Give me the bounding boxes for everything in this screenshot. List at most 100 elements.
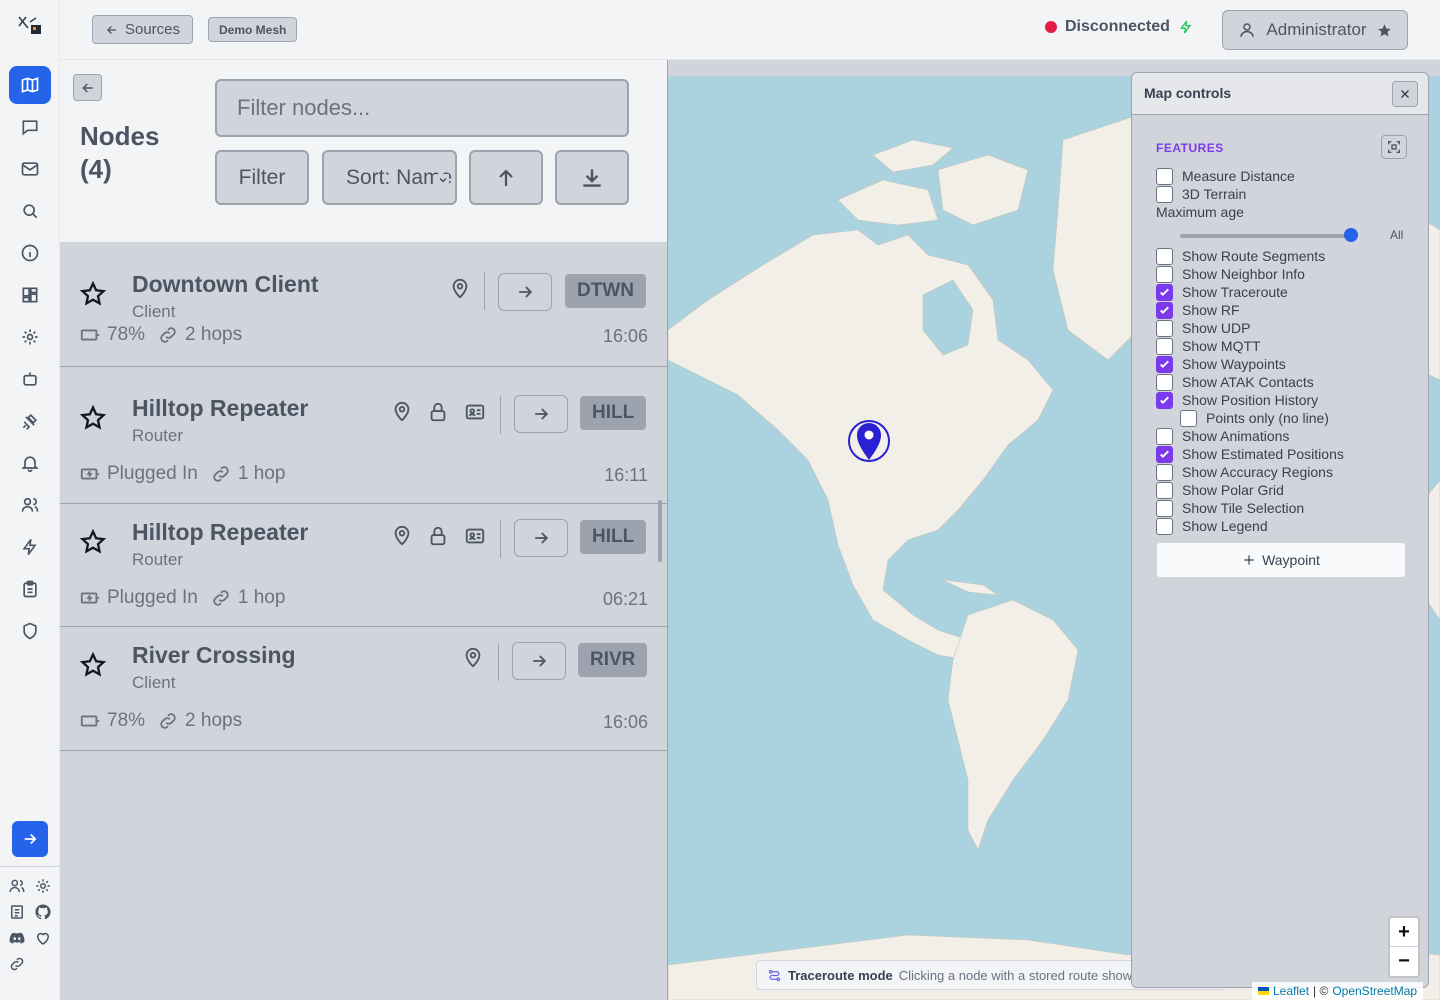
option-label: Show Traceroute [1182,284,1288,300]
sort-direction-button[interactable] [469,150,543,205]
rail-heart-icon[interactable] [33,928,53,948]
rail-robot-icon[interactable] [9,360,51,398]
open-node-button[interactable] [512,642,566,680]
rail-chat-icon[interactable] [9,108,51,146]
app-logo-icon [16,14,44,38]
option-show-position-history[interactable]: Show Position History [1156,391,1318,409]
option-show-udp[interactable]: Show UDP [1156,319,1250,337]
option-show-route-segments[interactable]: Show Route Segments [1156,247,1325,265]
star-icon[interactable] [79,280,107,308]
user-name: Administrator [1266,20,1367,39]
map-view[interactable]: Traceroute mode Clicking a node with a s… [668,60,1440,1000]
rail-mail-icon[interactable] [9,150,51,188]
fit-bounds-button[interactable] [1381,135,1407,159]
rail-users-icon[interactable] [9,486,51,524]
rail-bell-icon[interactable] [9,444,51,482]
node-list-item[interactable]: Hilltop Repeater Router HILL Plugged In … [60,504,667,627]
option-show-rf[interactable]: Show RF [1156,301,1240,319]
checkbox[interactable] [1156,499,1173,517]
checkbox-checked[interactable] [1156,445,1173,463]
node-role: Client [132,302,176,321]
open-node-button[interactable] [514,519,568,557]
user-menu-button[interactable]: Administrator [1222,10,1408,50]
option-show-polar-grid[interactable]: Show Polar Grid [1156,481,1284,499]
node-list-item[interactable]: River Crossing Client RIVR 78% 2 hops 16… [60,627,667,751]
rail-map-icon[interactable] [9,66,51,104]
scrollbar-thumb[interactable] [658,500,662,562]
max-age-label: Maximum age [1156,204,1244,220]
leaflet-link[interactable]: Leaflet [1273,984,1309,998]
checkbox[interactable] [1156,337,1173,355]
option-show-traceroute[interactable]: Show Traceroute [1156,283,1288,301]
star-icon[interactable] [79,528,107,556]
sort-select[interactable]: Sort: Name [322,150,457,205]
star-icon[interactable] [79,651,107,679]
max-age-slider-handle[interactable] [1344,228,1358,242]
battery-icon [80,715,100,727]
option-points-only[interactable]: Points only (no line) [1180,409,1329,427]
checkbox[interactable] [1156,517,1173,535]
checkbox[interactable] [1156,373,1173,391]
checkbox[interactable] [1156,463,1173,481]
rail-satellite-icon[interactable] [9,402,51,440]
zoom-out-button[interactable]: − [1390,947,1418,976]
checkbox-checked[interactable] [1156,355,1173,373]
checkbox[interactable] [1156,427,1173,445]
checkbox[interactable] [1156,319,1173,337]
checkbox[interactable] [1156,247,1173,265]
rail-people-icon[interactable] [7,876,27,896]
sources-button[interactable]: Sources [92,15,193,44]
checkbox-checked[interactable] [1156,391,1173,409]
checkbox-checked[interactable] [1156,283,1173,301]
max-age-slider[interactable] [1180,234,1350,238]
close-map-controls-button[interactable] [1392,81,1418,107]
filter-button[interactable]: Filter [215,150,309,205]
option-show-mqtt[interactable]: Show MQTT [1156,337,1261,355]
expand-rail-button[interactable] [12,821,48,857]
download-button[interactable] [555,150,629,205]
open-node-button[interactable] [514,395,568,433]
option-show-legend[interactable]: Show Legend [1156,517,1268,535]
rail-settings-icon[interactable] [9,318,51,356]
option-show-estimated-positions[interactable]: Show Estimated Positions [1156,445,1344,463]
option-show-tile-selection[interactable]: Show Tile Selection [1156,499,1304,517]
filter-nodes-input[interactable]: Filter nodes... [215,79,629,137]
checkbox[interactable] [1156,185,1173,203]
option-3d-terrain[interactable]: 3D Terrain [1156,185,1246,203]
rail-dashboard-icon[interactable] [9,276,51,314]
arrow-right-icon [533,655,547,667]
rail-search-icon[interactable] [9,192,51,230]
checkbox-checked[interactable] [1156,301,1173,319]
osm-link[interactable]: OpenStreetMap [1332,984,1417,998]
option-show-neighbor-info[interactable]: Show Neighbor Info [1156,265,1305,283]
node-location-marker-icon[interactable] [846,418,892,464]
rail-docs-icon[interactable] [7,902,27,922]
node-divider [500,396,501,434]
rail-shield-icon[interactable] [9,612,51,650]
rail-discord-icon[interactable] [7,928,27,948]
node-list-item[interactable]: Hilltop Repeater Router HILL Plugged In … [60,380,667,504]
option-show-waypoints[interactable]: Show Waypoints [1156,355,1286,373]
rail-clipboard-icon[interactable] [9,570,51,608]
rail-info-icon[interactable] [9,234,51,272]
open-node-button[interactable] [498,273,552,311]
add-waypoint-button[interactable]: Waypoint [1156,542,1406,578]
option-show-atak-contacts[interactable]: Show ATAK Contacts [1156,373,1314,391]
option-show-animations[interactable]: Show Animations [1156,427,1289,445]
option-measure-distance[interactable]: Measure Distance [1156,167,1295,185]
checkbox[interactable] [1156,167,1173,185]
checkbox[interactable] [1156,481,1173,499]
node-list-item[interactable]: Downtown Client Client DTWN 78% 2 hops 1… [60,244,667,367]
rail-github-icon[interactable] [33,902,53,922]
rail-link-icon[interactable] [7,954,27,974]
rail-cog-icon[interactable] [33,876,53,896]
checkbox[interactable] [1180,409,1197,427]
collapse-panel-button[interactable] [73,74,102,101]
zoom-in-button[interactable]: + [1390,918,1418,947]
rail-power-icon[interactable] [9,528,51,566]
option-show-accuracy-regions[interactable]: Show Accuracy Regions [1156,463,1333,481]
checkbox[interactable] [1156,265,1173,283]
bolt-icon[interactable] [1178,19,1194,35]
node-battery: 78% [107,710,146,731]
star-icon[interactable] [79,404,107,432]
